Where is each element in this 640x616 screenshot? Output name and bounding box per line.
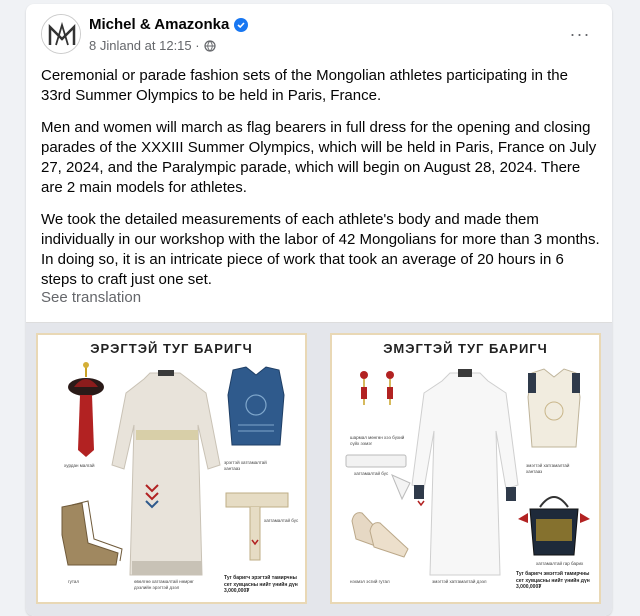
post-paragraph-3: We took the detailed measurements of eac… — [41, 211, 600, 288]
female-outfit-image[interactable]: ЭМЭГТЭЙ ТУГ БАРИГЧ шармал мөнгөн хээ бүх… — [330, 333, 601, 604]
globe-icon — [203, 39, 216, 52]
post-timestamp[interactable]: 8 Jinland at 12:15 · — [89, 38, 200, 53]
see-translation-link[interactable]: See translation — [41, 289, 141, 306]
author-name-text[interactable]: Michel & Amazonka — [89, 16, 229, 33]
bag-caption: хатгамалтай гар барих — [536, 561, 584, 566]
robe-caption: өвөлгөө хатгамалтай нөмрөг дээлийн эрэгт… — [134, 579, 194, 590]
post-body: Ceremonial or parade fashion sets of the… — [41, 66, 601, 302]
belt-icon — [345, 454, 411, 501]
shoes-icon — [351, 512, 409, 558]
belt-caption: хатгамалтай бүс — [354, 471, 389, 476]
robe-icon — [411, 369, 519, 576]
author-name[interactable]: Michel & Amazonka — [89, 16, 249, 33]
robe-icon — [111, 370, 221, 576]
boots-caption: гутал — [68, 579, 80, 584]
brand-logo-icon — [42, 15, 80, 53]
post-header: Michel & Amazonka 8 Jinland at 12:15 · ·… — [41, 14, 602, 58]
vest-caption: эмэгтэй хатгамалтай хантааз — [526, 463, 570, 474]
post-meta: 8 Jinland at 12:15 · — [89, 38, 216, 53]
post-images: ЭРЭГТЭЙ ТУГ БАРИГЧ хурдан малгай эрэгтэй… — [26, 322, 612, 616]
post-card: Michel & Amazonka 8 Jinland at 12:15 · ·… — [26, 4, 612, 616]
post-paragraph-2: Men and women will march as flag bearers… — [41, 119, 597, 196]
earrings-icon — [360, 371, 394, 405]
bag-icon — [518, 496, 590, 556]
female-price-text: Туг баригч эмэгтэй тамирчны сет хувцасны… — [516, 571, 590, 590]
male-price-text: Туг баригч эрэгтэй тамирчны сет хувцасны… — [224, 575, 298, 594]
verified-badge-icon — [234, 17, 249, 32]
shoes-caption: нэхмэл эсгий гутал — [350, 579, 390, 584]
vest-icon — [227, 366, 285, 446]
hat-caption: хурдан малгай — [64, 463, 95, 468]
earrings-caption: шармал мөнгөн хээ бүхий сүйх ээмэг — [350, 435, 405, 446]
avatar[interactable] — [41, 14, 81, 54]
vest-caption: эрэгтэй хатгамалтай хантааз — [224, 460, 267, 471]
hat-icon — [68, 362, 104, 457]
belt-icon — [225, 492, 289, 561]
boots-icon — [61, 500, 123, 566]
male-outfit-image[interactable]: ЭРЭГТЭЙ ТУГ БАРИГЧ хурдан малгай эрэгтэй… — [36, 333, 307, 604]
vest-icon — [527, 368, 581, 448]
belt-caption: хатгамалтай бүс — [264, 518, 299, 523]
robe-caption: эмэгтэй хатгамалтай дээл — [432, 579, 487, 584]
more-options-button[interactable]: ··· — [566, 20, 594, 48]
post-paragraph-1: Ceremonial or parade fashion sets of the… — [41, 67, 568, 104]
